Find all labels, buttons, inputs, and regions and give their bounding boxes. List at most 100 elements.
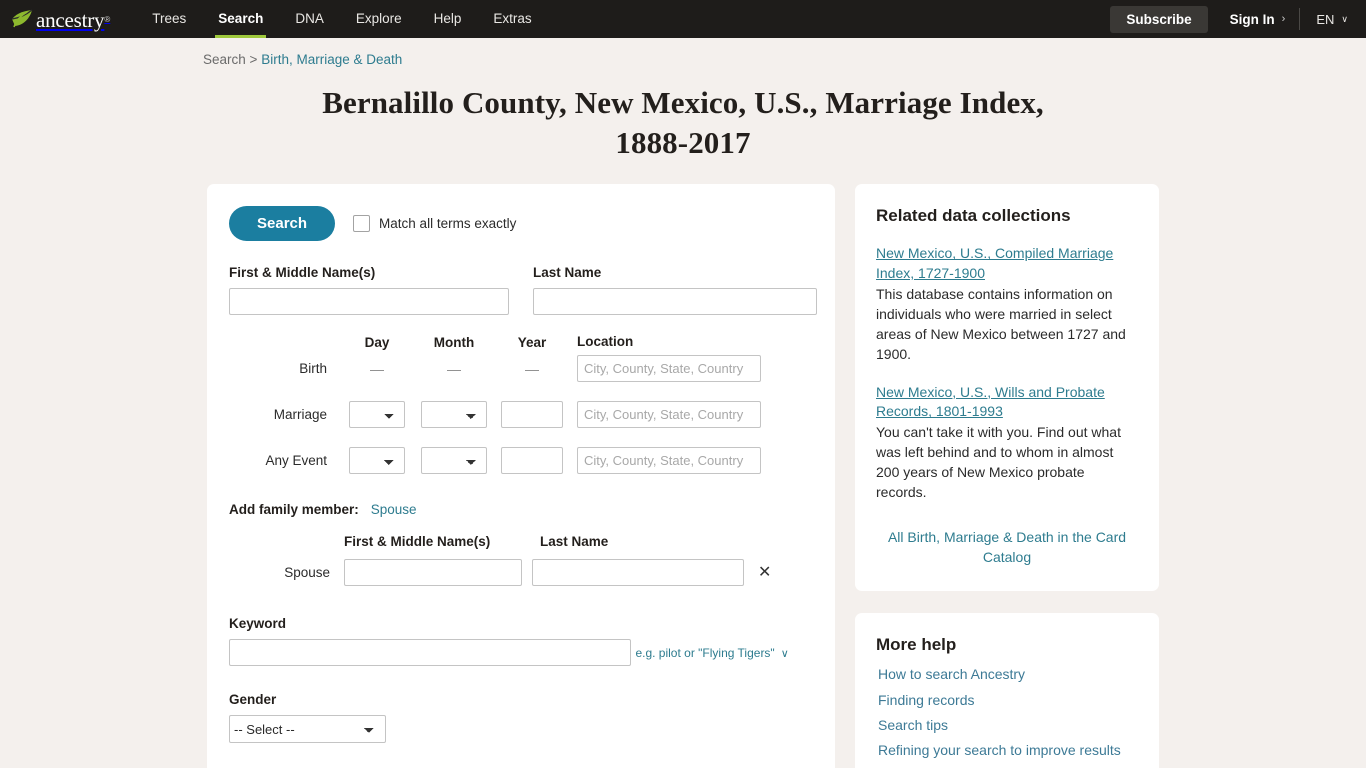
spouse-header-row: First & Middle Name(s) Last Name	[229, 533, 813, 551]
page-title: Bernalillo County, New Mexico, U.S., Mar…	[322, 85, 1044, 160]
sign-in-link[interactable]: Sign In ›	[1208, 12, 1300, 27]
any-event-location-input[interactable]	[577, 447, 761, 475]
first-name-field-group: First & Middle Name(s)	[229, 265, 509, 316]
spouse-input-row: Spouse ✕	[229, 559, 813, 587]
column-header-year: Year	[517, 334, 547, 350]
related-collections-card: Related data collections New Mexico, U.S…	[855, 184, 1159, 592]
list-item: Finding records	[878, 691, 1138, 710]
column-header-month: Month	[433, 334, 475, 350]
language-label: EN	[1316, 11, 1335, 27]
help-link-search-tips[interactable]: Search tips	[878, 716, 1138, 735]
spouse-last-name-input[interactable]	[532, 559, 744, 587]
spouse-first-name-label: First & Middle Name(s)	[344, 534, 491, 550]
match-exact-checkbox[interactable]	[353, 215, 371, 233]
chevron-down-icon: ∨	[1341, 13, 1348, 24]
more-help-title: More help	[876, 635, 957, 655]
birth-month-placeholder: —	[447, 360, 461, 377]
row-label-any-event: Any Event	[265, 453, 327, 469]
add-family-member-label: Add family member:	[229, 502, 359, 518]
keyword-input[interactable]	[229, 639, 631, 667]
nav-item-dna[interactable]: DNA	[279, 0, 340, 38]
breadcrumb-root: Search	[203, 52, 246, 67]
row-label-birth: Birth	[299, 361, 327, 377]
help-link-refining-search[interactable]: Refining your search to improve results	[878, 741, 1138, 760]
grid-header-row: Day Month Year Location	[229, 333, 813, 351]
keyword-section: Keyword e.g. pilot or "Flying Tigers" ∨	[229, 616, 813, 667]
last-name-label: Last Name	[533, 265, 602, 281]
marriage-year-input[interactable]	[501, 401, 563, 429]
related-collection-link[interactable]: New Mexico, U.S., Wills and Probate Reco…	[876, 383, 1138, 423]
keyword-hint-toggle[interactable]: e.g. pilot or "Flying Tigers" ∨	[635, 646, 788, 660]
search-action-row: Search Match all terms exactly	[229, 206, 813, 242]
logo-trademark: ®	[104, 14, 111, 24]
birth-year-placeholder: —	[525, 360, 539, 377]
top-navigation-bar: ancestry ® Trees Search DNA Explore Help…	[0, 0, 1366, 38]
language-selector[interactable]: EN ∨	[1300, 12, 1352, 27]
column-header-day: Day	[364, 334, 390, 350]
sidebar: Related data collections New Mexico, U.S…	[855, 184, 1159, 768]
sign-in-label: Sign In	[1229, 11, 1275, 27]
event-date-location-grid: Day Month Year Location Birth — — — Marr…	[229, 333, 813, 475]
breadcrumb-current-link[interactable]: Birth, Marriage & Death	[261, 52, 402, 67]
search-button[interactable]: Search	[229, 206, 336, 242]
ancestry-logo[interactable]: ancestry ®	[10, 8, 110, 30]
remove-spouse-icon[interactable]: ✕	[758, 564, 771, 581]
main-nav-links: Trees Search DNA Explore Help Extras	[136, 0, 547, 38]
more-help-list: How to search Ancestry Finding records S…	[876, 665, 1138, 760]
last-name-input[interactable]	[533, 288, 817, 316]
related-collection-description: You can't take it with you. Find out wha…	[876, 424, 1121, 500]
last-name-field-group: Last Name	[533, 265, 817, 316]
subscribe-button[interactable]: Subscribe	[1110, 5, 1208, 33]
nav-item-extras[interactable]: Extras	[477, 0, 547, 38]
match-exact-toggle[interactable]: Match all terms exactly	[353, 215, 517, 233]
grid-row-birth: Birth — — —	[229, 355, 813, 383]
birth-location-input[interactable]	[577, 355, 761, 383]
more-help-card: More help How to search Ancestry Finding…	[855, 613, 1159, 768]
chevron-right-icon: ›	[1281, 13, 1286, 25]
spouse-last-name-label: Last Name	[540, 534, 609, 550]
breadcrumb: Search > Birth, Marriage & Death	[0, 38, 1366, 67]
related-collection-description: This database contains information on in…	[876, 286, 1126, 362]
grid-row-marriage: Marriage	[229, 401, 813, 429]
any-event-day-select[interactable]	[349, 447, 405, 475]
any-event-year-input[interactable]	[501, 447, 563, 475]
birth-day-placeholder: —	[370, 360, 384, 377]
page-content: Search Match all terms exactly First & M…	[207, 184, 1159, 768]
first-name-label: First & Middle Name(s)	[229, 265, 376, 281]
gender-select[interactable]: -- Select --	[229, 715, 386, 744]
related-collection-link[interactable]: New Mexico, U.S., Compiled Marriage Inde…	[876, 244, 1138, 284]
spouse-first-name-input[interactable]	[344, 559, 522, 587]
nav-right-group: Subscribe Sign In › EN ∨	[1110, 5, 1352, 33]
gender-section: Gender -- Select --	[229, 692, 813, 744]
gender-label: Gender	[229, 692, 277, 708]
list-item: Search tips	[878, 716, 1138, 735]
nav-item-explore[interactable]: Explore	[340, 0, 418, 38]
first-name-input[interactable]	[229, 288, 509, 316]
related-collections-title: Related data collections	[876, 206, 1071, 226]
card-catalog-link[interactable]: All Birth, Marriage & Death in the Card …	[876, 527, 1138, 568]
match-exact-label: Match all terms exactly	[379, 216, 517, 232]
column-header-location: Location	[577, 334, 634, 350]
list-item: Refining your search to improve results	[878, 741, 1138, 760]
nav-item-trees[interactable]: Trees	[136, 0, 202, 38]
leaf-icon	[10, 8, 36, 30]
keyword-label: Keyword	[229, 616, 287, 632]
nav-item-help[interactable]: Help	[418, 0, 478, 38]
marriage-month-select[interactable]	[421, 401, 487, 429]
logo-wordmark: ancestry	[36, 7, 105, 32]
help-link-how-to-search[interactable]: How to search Ancestry	[878, 665, 1138, 684]
nav-item-search[interactable]: Search	[202, 0, 279, 38]
related-collection-item: New Mexico, U.S., Compiled Marriage Inde…	[876, 244, 1138, 364]
keyword-hint-text: e.g. pilot or "Flying Tigers"	[635, 646, 775, 661]
list-item: How to search Ancestry	[878, 665, 1138, 684]
row-label-marriage: Marriage	[273, 407, 327, 423]
name-fields-row: First & Middle Name(s) Last Name	[229, 265, 817, 316]
any-event-month-select[interactable]	[421, 447, 487, 475]
marriage-location-input[interactable]	[577, 401, 761, 429]
chevron-down-icon: ∨	[780, 647, 789, 660]
marriage-day-select[interactable]	[349, 401, 405, 429]
add-family-member-row: Add family member: Spouse	[229, 502, 813, 517]
help-link-finding-records[interactable]: Finding records	[878, 691, 1138, 710]
breadcrumb-separator: >	[249, 52, 258, 67]
add-spouse-link[interactable]: Spouse	[371, 502, 417, 517]
